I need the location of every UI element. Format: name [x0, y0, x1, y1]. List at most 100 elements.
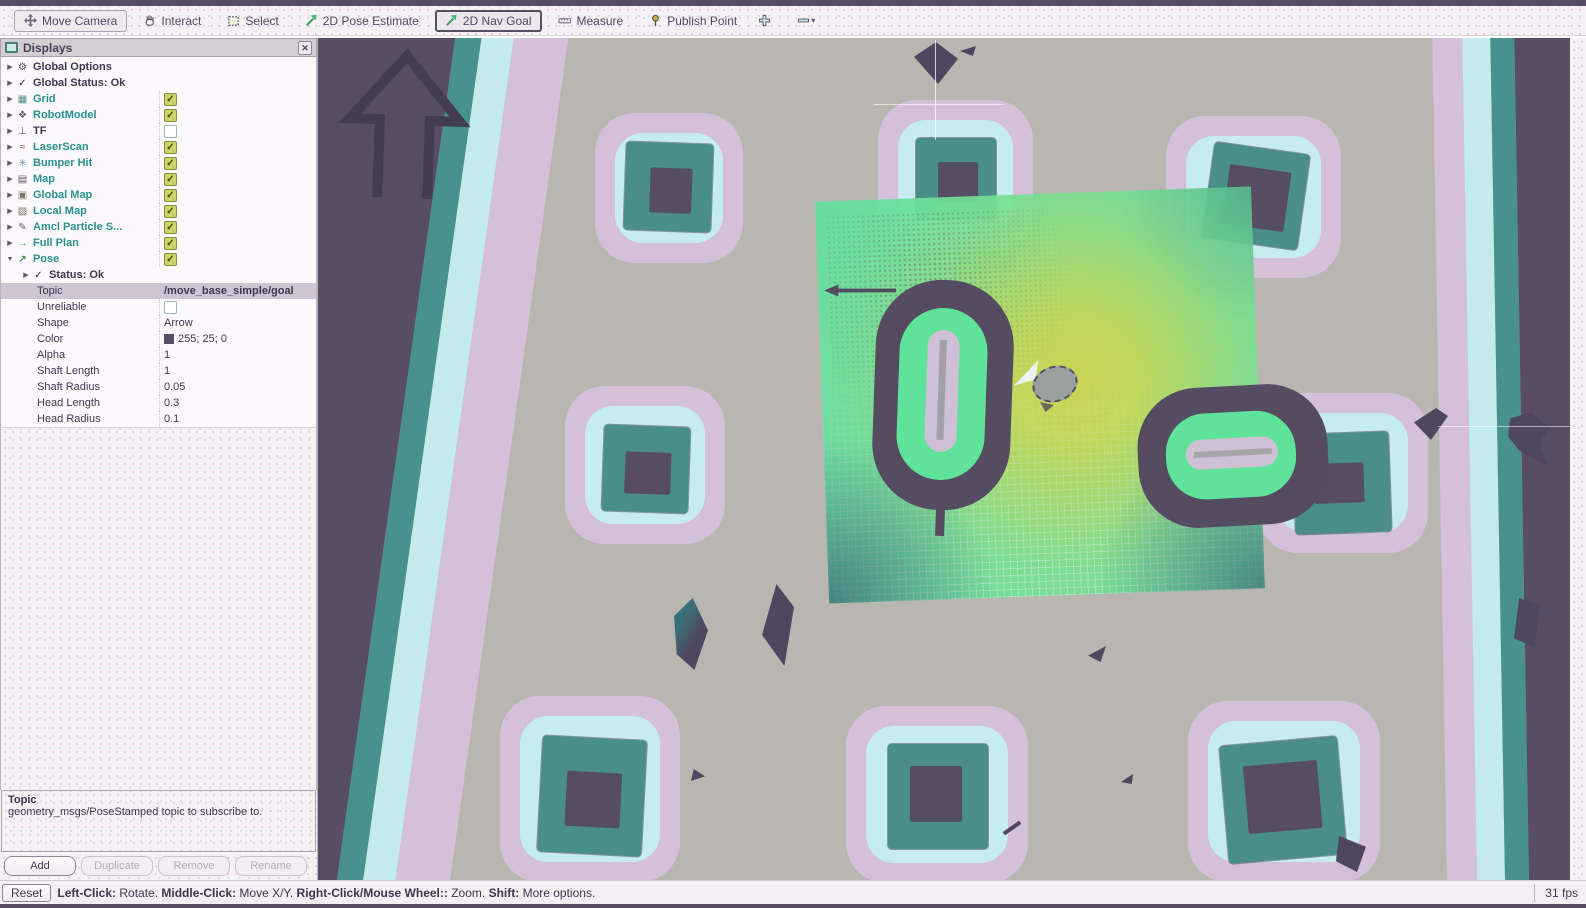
row-shaft-radius[interactable]: Shaft Radius 0.05 [1, 379, 316, 395]
expander-icon[interactable]: ▶ [5, 191, 15, 199]
row-global-map[interactable]: ▶ ▣ Global Map [1, 187, 316, 203]
add-tool-button[interactable] [753, 11, 775, 31]
fps-counter: 31 fps [1534, 884, 1586, 902]
expander-icon[interactable]: ▶ [5, 79, 15, 87]
shape-value[interactable]: Arrow [164, 317, 193, 329]
expander-icon[interactable]: ▶ [5, 207, 15, 215]
row-laserscan[interactable]: ▶ ≈ LaserScan [1, 139, 316, 155]
grid-line [874, 104, 1004, 105]
row-alpha[interactable]: Alpha 1 [1, 347, 316, 363]
expander-icon[interactable]: ▶ [21, 271, 31, 279]
row-full-plan[interactable]: ▶ → Full Plan [1, 235, 316, 251]
expander-icon[interactable]: ▶ [5, 239, 15, 247]
row-pose[interactable]: ▼ ↗ Pose [1, 251, 316, 267]
nav-goal-button[interactable]: 2D Nav Goal [435, 10, 542, 32]
row-head-radius[interactable]: Head Radius 0.1 [1, 411, 316, 427]
plus-icon [758, 14, 771, 27]
robot-icon: ❖ [15, 110, 30, 121]
expander-icon[interactable]: ▶ [5, 143, 15, 151]
window-bottom-edge [0, 904, 1586, 908]
remove-button[interactable]: Remove [158, 856, 230, 876]
expander-icon[interactable]: ▶ [5, 127, 15, 135]
visibility-checkbox[interactable] [164, 141, 177, 154]
displays-panel: Displays ✕ ▶ ⚙ Global Options ▶ ✓ Global… [0, 38, 318, 880]
hand-icon [143, 14, 156, 27]
expander-icon[interactable]: ▶ [5, 95, 15, 103]
panel-filler [0, 427, 317, 790]
interact-button[interactable]: Interact [133, 10, 211, 32]
publish-point-button[interactable]: Publish Point [639, 10, 747, 32]
right-gutter [1570, 38, 1586, 880]
obstacle-inflation [565, 386, 725, 544]
close-icon[interactable]: ✕ [298, 41, 312, 55]
expander-icon[interactable]: ▶ [5, 63, 15, 71]
visibility-checkbox[interactable] [164, 205, 177, 218]
row-shape[interactable]: Shape Arrow [1, 315, 316, 331]
visibility-checkbox[interactable] [164, 125, 177, 138]
row-local-map[interactable]: ▶ ▨ Local Map [1, 203, 316, 219]
row-amcl-particles[interactable]: ▶ ✎ Amcl Particle S... [1, 219, 316, 235]
visibility-checkbox[interactable] [164, 189, 177, 202]
row-shaft-length[interactable]: Shaft Length 1 [1, 363, 316, 379]
reset-button[interactable]: Reset [2, 884, 51, 902]
row-tf[interactable]: ▶ ⊥ TF [1, 123, 316, 139]
visibility-checkbox[interactable] [164, 253, 177, 266]
visibility-checkbox[interactable] [164, 109, 177, 122]
pose-estimate-button[interactable]: 2D Pose Estimate [295, 10, 429, 32]
row-grid[interactable]: ▶ ▦ Grid [1, 91, 316, 107]
measure-button[interactable]: Measure [548, 10, 634, 32]
pill-core [1185, 436, 1278, 471]
expander-icon[interactable]: ▶ [5, 159, 15, 167]
shaft-radius-value[interactable]: 0.05 [164, 381, 185, 393]
move-camera-button[interactable]: Move Camera [14, 10, 127, 32]
unreliable-checkbox[interactable] [164, 301, 177, 314]
shaft-length-value[interactable]: 1 [164, 365, 170, 377]
row-head-length[interactable]: Head Length 0.3 [1, 395, 316, 411]
row-robotmodel[interactable]: ▶ ❖ RobotModel [1, 107, 316, 123]
row-unreliable[interactable]: Unreliable [1, 299, 316, 315]
visibility-checkbox[interactable] [164, 237, 177, 250]
map-icon: ▤ [15, 174, 30, 185]
chevron-down-icon[interactable]: ▾ [811, 16, 815, 25]
row-bumper-hit[interactable]: ▶ ✳ Bumper Hit [1, 155, 316, 171]
ruler-icon [558, 14, 572, 27]
visibility-checkbox[interactable] [164, 221, 177, 234]
add-button[interactable]: Add [4, 856, 76, 876]
expander-icon[interactable]: ▶ [5, 175, 15, 183]
expander-icon[interactable]: ▶ [5, 111, 15, 119]
check-icon: ✓ [15, 78, 30, 89]
help-text: Move X/Y. [236, 886, 296, 900]
visibility-checkbox[interactable] [164, 157, 177, 170]
expander-icon[interactable]: ▼ [5, 256, 15, 263]
head-radius-value[interactable]: 0.1 [164, 413, 179, 425]
remove-tool-button[interactable]: ▾ [795, 11, 817, 31]
obstacle-core [1243, 760, 1323, 834]
row-pose-status[interactable]: ▶ ✓ Status: Ok [1, 267, 316, 283]
rename-button[interactable]: Rename [235, 856, 307, 876]
color-value[interactable]: 255; 25; 0 [178, 333, 227, 345]
displays-panel-titlebar[interactable]: Displays ✕ [0, 38, 317, 57]
row-global-options[interactable]: ▶ ⚙ Global Options [1, 59, 316, 75]
debris [914, 42, 958, 84]
obstacle-inflation [846, 706, 1028, 880]
expander-icon[interactable]: ▶ [5, 223, 15, 231]
visibility-checkbox[interactable] [164, 93, 177, 106]
row-global-status[interactable]: ▶ ✓ Global Status: Ok [1, 75, 316, 91]
topic-value[interactable]: /move_base_simple/goal [164, 285, 294, 297]
displays-panel-title: Displays [23, 41, 72, 55]
alpha-value[interactable]: 1 [164, 349, 170, 361]
obstacle-core [624, 451, 671, 495]
row-topic[interactable]: Topic /move_base_simple/goal [1, 283, 316, 299]
select-button[interactable]: Select [217, 10, 288, 32]
debris [1088, 646, 1106, 662]
debris [960, 46, 976, 56]
row-color[interactable]: Color 255; 25; 0 [1, 331, 316, 347]
duplicate-button[interactable]: Duplicate [81, 856, 153, 876]
row-map[interactable]: ▶ ▤ Map [1, 171, 316, 187]
3d-viewport[interactable] [318, 38, 1570, 880]
head-length-value[interactable]: 0.3 [164, 397, 179, 409]
visibility-checkbox[interactable] [164, 173, 177, 186]
help-label: Left-Click: [57, 886, 116, 900]
displays-tree: ▶ ⚙ Global Options ▶ ✓ Global Status: Ok… [0, 57, 317, 427]
stadium-core [924, 329, 960, 452]
